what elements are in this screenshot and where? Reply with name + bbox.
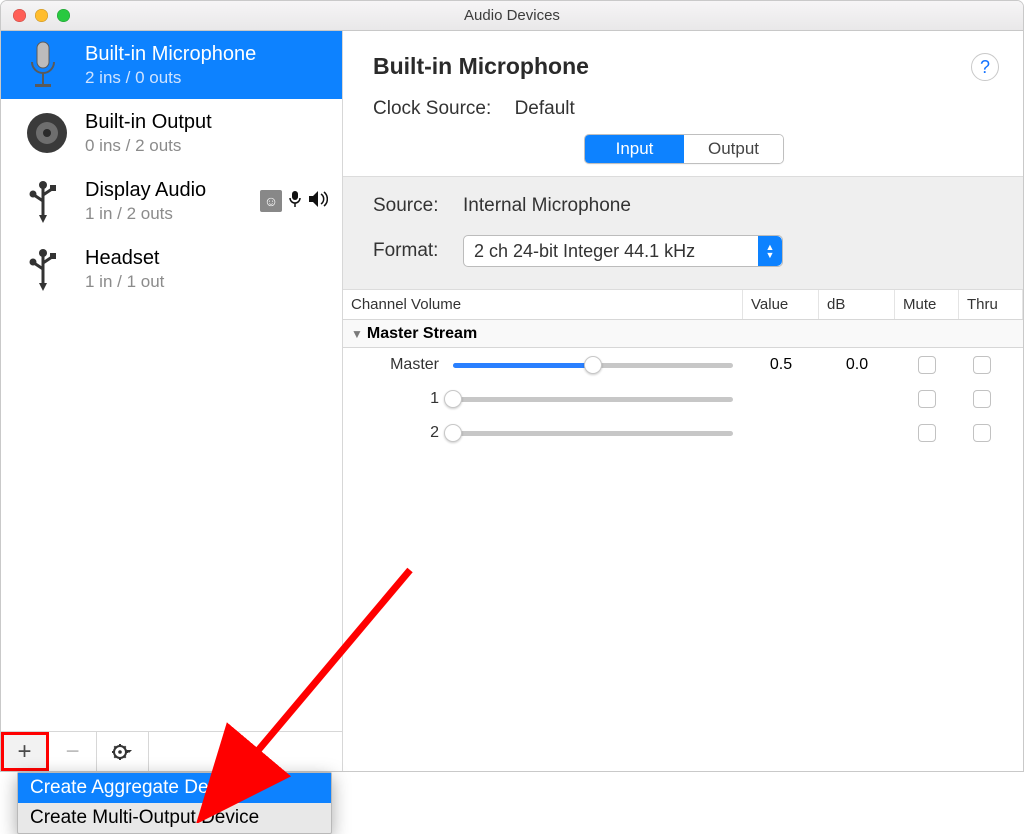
source-label: Source: [373,195,463,217]
format-value: 2 ch 24-bit Integer 44.1 kHz [474,241,695,262]
io-segmented-control: Input Output [584,134,784,164]
output-default-icon [308,191,328,212]
stepper-icon: ▲▼ [758,236,782,266]
channel-label: 1 [343,390,453,408]
disclosure-triangle-icon: ▼ [351,327,363,341]
minimize-window-button[interactable] [35,9,48,22]
device-sidebar: Built-in Microphone 2 ins / 0 outs Built… [1,31,343,771]
channel-row: 1 [343,382,1023,416]
device-builtin-output[interactable]: Built-in Output 0 ins / 2 outs [1,99,342,167]
speaker-icon [11,110,75,156]
volume-slider[interactable] [453,395,733,403]
mute-checkbox[interactable] [918,390,936,408]
device-name: Built-in Microphone [85,42,328,66]
stream-header[interactable]: ▼ Master Stream [343,320,1023,348]
volume-value: 0.5 [743,356,819,374]
device-detail-pane: Built-in Microphone Clock Source: Defaul… [343,31,1023,771]
device-name: Display Audio [85,178,250,202]
detail-device-name: Built-in Microphone [373,53,995,80]
source-value: Internal Microphone [463,195,631,217]
tab-input[interactable]: Input [585,135,684,163]
channel-row: Master 0.5 0.0 [343,348,1023,382]
remove-device-button[interactable]: − [49,732,97,771]
traffic-lights [13,9,70,22]
col-value: Value [743,290,819,319]
device-io: 1 in / 1 out [85,272,328,292]
device-default-indicators: ☺ [260,190,328,213]
col-mute: Mute [895,290,959,319]
system-output-icon: ☺ [260,190,282,212]
menu-item-multioutput[interactable]: Create Multi-Output Device [18,803,331,833]
device-list: Built-in Microphone 2 ins / 0 outs Built… [1,31,342,731]
device-name: Built-in Output [85,110,328,134]
stream-name: Master Stream [367,325,477,343]
titlebar: Audio Devices [1,1,1023,31]
col-db: dB [819,290,895,319]
zoom-window-button[interactable] [57,9,70,22]
device-builtin-mic[interactable]: Built-in Microphone 2 ins / 0 outs [1,31,342,99]
clock-source-value: Default [515,98,575,119]
channel-label: 2 [343,424,453,442]
volume-slider[interactable] [453,429,733,437]
close-window-button[interactable] [13,9,26,22]
audio-devices-window: Audio Devices Built-in Microphone [0,0,1024,772]
channel-label: Master [343,356,453,374]
format-label: Format: [373,240,463,262]
add-device-menu: Create Aggregate Device Create Multi-Out… [17,772,332,834]
thru-checkbox[interactable] [973,424,991,442]
window-title: Audio Devices [464,7,560,24]
volume-table-header: Channel Volume Value dB Mute Thru [343,290,1023,320]
device-display-audio[interactable]: Display Audio 1 in / 2 outs ☺ [1,167,342,235]
device-actions-button[interactable] [97,732,149,771]
mute-checkbox[interactable] [918,356,936,374]
help-button[interactable]: ? [971,53,999,81]
clock-source-label: Clock Source: [373,98,491,119]
col-thru: Thru [959,290,1023,319]
microphone-icon [11,40,75,90]
mute-checkbox[interactable] [918,424,936,442]
device-io: 0 ins / 2 outs [85,136,328,156]
volume-db: 0.0 [819,356,895,374]
channel-row: 2 [343,416,1023,450]
input-default-icon [288,190,302,213]
usb-icon [11,179,75,223]
col-channel: Channel Volume [343,290,743,319]
usb-icon [11,247,75,291]
thru-checkbox[interactable] [973,390,991,408]
volume-slider[interactable] [453,361,733,369]
device-io: 2 ins / 0 outs [85,68,328,88]
device-headset[interactable]: Headset 1 in / 1 out [1,235,342,303]
thru-checkbox[interactable] [973,356,991,374]
add-device-button[interactable]: + [1,732,49,771]
format-select[interactable]: 2 ch 24-bit Integer 44.1 kHz ▲▼ [463,235,783,267]
menu-item-aggregate[interactable]: Create Aggregate Device [18,773,331,803]
device-io: 1 in / 2 outs [85,204,250,224]
sidebar-toolbar: + − [1,731,342,771]
tab-output[interactable]: Output [684,135,783,163]
device-name: Headset [85,246,328,270]
